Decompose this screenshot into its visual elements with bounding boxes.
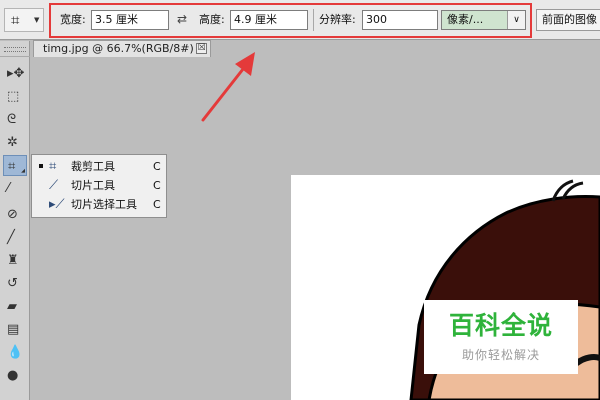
highlight-box: [49, 3, 532, 38]
watermark-subtitle: 助你轻松解决: [461, 348, 540, 362]
toolbox-grip[interactable]: [0, 41, 30, 57]
history-brush-icon[interactable]: ↺: [3, 273, 27, 294]
flyout-item-shortcut: C: [153, 198, 161, 211]
slice-icon: ⟋: [49, 178, 59, 193]
gradient-icon[interactable]: ▤: [3, 319, 27, 340]
chevron-down-icon: ▼: [34, 16, 40, 24]
selected-bullet: [39, 164, 43, 168]
front-image-button[interactable]: 前面的图像: [536, 9, 600, 31]
crop-icon: ⌗: [11, 11, 20, 29]
brush-icon[interactable]: ╱: [3, 227, 27, 248]
clone-stamp-icon[interactable]: ♜: [3, 250, 27, 271]
flyout-item-slice-select[interactable]: ▸⟋ 切片选择工具 C: [33, 195, 165, 215]
watermark: 百科全说 助你轻松解决: [424, 300, 578, 374]
move-icon[interactable]: ▸✥: [3, 63, 27, 84]
toolbox: ▸✥ ⬚ ᘓ ✲ ⌗ ◢ ⁄ ⊘ ╱ ♜ ↺ ▰ ▤ 💧 ●: [0, 41, 30, 400]
blur-icon[interactable]: 💧: [3, 342, 27, 363]
flyout-item-crop[interactable]: ⌗ 裁剪工具 C: [33, 157, 165, 177]
flyout-item-shortcut: C: [153, 160, 161, 173]
eraser-icon[interactable]: ▰: [3, 296, 27, 317]
options-bar: ⌗ ▼ 宽度: 3.5 厘米 ⇄ 高度: 4.9 厘米 分辨率: 300 像素/…: [0, 0, 600, 40]
flyout-item-label: 切片工具: [71, 179, 115, 192]
slice-select-icon: ▸⟋: [49, 197, 65, 212]
lasso-icon[interactable]: ᘓ: [3, 109, 27, 130]
eyedropper-icon[interactable]: ⁄: [3, 178, 27, 199]
flyout-item-slice[interactable]: ⟋ 切片工具 C: [33, 176, 165, 196]
crop-icon[interactable]: ⌗ ◢: [3, 155, 27, 176]
flyout-item-shortcut: C: [153, 179, 161, 192]
crop-tool-flyout: ⌗ 裁剪工具 C ⟋ 切片工具 C ▸⟋ 切片选择工具 C: [31, 154, 167, 218]
red-arrow: [201, 52, 255, 122]
magic-wand-icon[interactable]: ✲: [3, 132, 27, 153]
document-tab-title: timg.jpg @ 66.7%(RGB/8#): [43, 42, 194, 55]
marquee-icon[interactable]: ⬚: [3, 86, 27, 107]
crop-icon: ⌗: [49, 159, 57, 174]
dodge-icon[interactable]: ●: [3, 365, 27, 386]
tool-preset-picker[interactable]: ⌗ ▼: [4, 8, 44, 32]
flyout-item-label: 切片选择工具: [71, 198, 137, 211]
watermark-title: 百科全说: [448, 311, 553, 340]
document-tab[interactable]: timg.jpg @ 66.7%(RGB/8#) ☒: [33, 40, 211, 57]
healing-brush-icon[interactable]: ⊘: [3, 204, 27, 225]
flyout-item-label: 裁剪工具: [71, 160, 115, 173]
